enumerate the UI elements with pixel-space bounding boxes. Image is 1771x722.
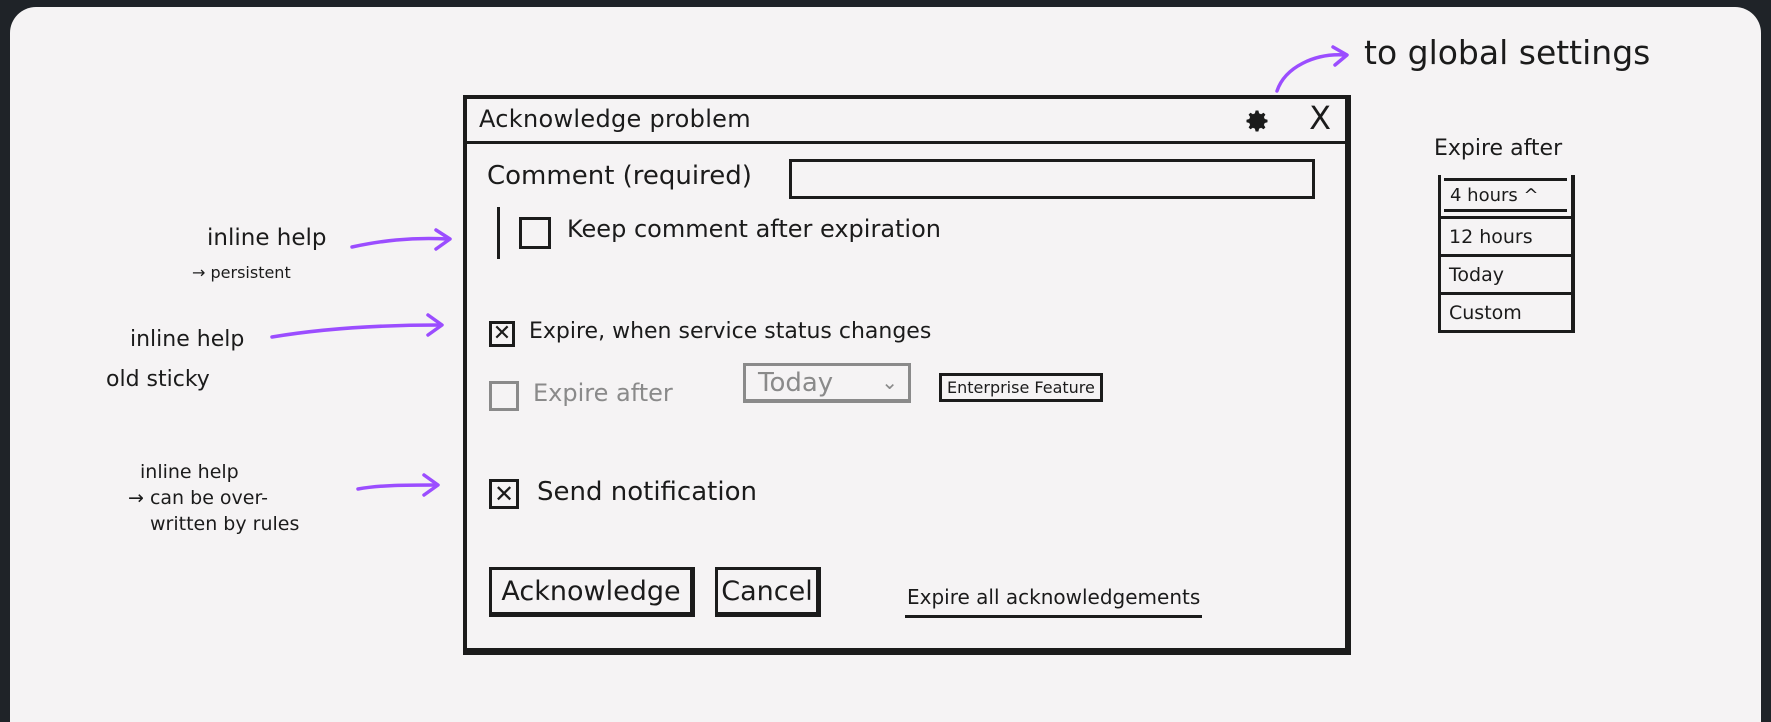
- gear-icon[interactable]: [1243, 107, 1271, 135]
- expire-after-select-value: Today: [758, 368, 834, 398]
- expire-after-label: Expire after: [533, 379, 673, 407]
- annotation-help-2: inline help: [130, 327, 245, 352]
- send-notification-checkbox[interactable]: ✕: [489, 479, 519, 509]
- annotation-help-1-sub: → persistent: [192, 263, 291, 282]
- dialog-title: Acknowledge problem: [479, 105, 751, 133]
- chevron-down-icon: ⌄: [881, 370, 898, 394]
- expire-all-link[interactable]: Expire all acknowledgements: [905, 585, 1203, 618]
- cancel-button[interactable]: Cancel: [715, 567, 821, 617]
- arrow-to-global-settings: [1275, 45, 1349, 93]
- dropdown-option[interactable]: Custom: [1441, 292, 1571, 330]
- expire-on-change-label: Expire, when service status changes: [529, 319, 932, 344]
- expire-after-checkbox[interactable]: [489, 381, 519, 411]
- dropdown-sketch-title: Expire after: [1434, 136, 1563, 161]
- expire-after-select[interactable]: Today ⌄: [743, 363, 911, 403]
- dropdown-option[interactable]: Today: [1441, 254, 1571, 292]
- enterprise-feature-badge: Enterprise Feature: [939, 373, 1103, 402]
- dropdown-option[interactable]: 12 hours: [1441, 216, 1571, 254]
- arrow-help-3: [356, 473, 440, 497]
- expire-after-dropdown: 4 hours ^ 12 hours Today Custom: [1438, 175, 1575, 333]
- expire-on-change-checkbox[interactable]: ✕: [489, 321, 515, 347]
- arrow-help-1: [350, 228, 452, 251]
- annotation-help-3-sub1: → can be over-: [128, 487, 268, 509]
- comment-label: Comment (required): [487, 161, 752, 191]
- comment-input[interactable]: [789, 159, 1315, 199]
- dialog-titlebar: Acknowledge problem X: [467, 99, 1345, 144]
- keep-comment-checkbox[interactable]: [519, 217, 551, 249]
- acknowledge-dialog: Acknowledge problem X Comment (required)…: [463, 95, 1351, 655]
- annotation-help-3-sub2: written by rules: [150, 513, 300, 535]
- annotation-global-settings: to global settings: [1364, 33, 1651, 72]
- dropdown-option-selected[interactable]: 4 hours ^: [1444, 178, 1567, 212]
- annotation-help-2-sub: old sticky: [106, 367, 210, 392]
- annotation-help-3: inline help: [140, 461, 239, 483]
- send-notification-label: Send notification: [537, 477, 757, 507]
- close-icon[interactable]: X: [1309, 101, 1331, 135]
- whiteboard: to global settings inline help → persist…: [10, 7, 1761, 722]
- acknowledge-button[interactable]: Acknowledge: [489, 567, 695, 617]
- arrow-help-2: [270, 313, 444, 339]
- keep-comment-label: Keep comment after expiration: [567, 215, 941, 243]
- inline-help-bar: [497, 207, 500, 259]
- annotation-help-1: inline help: [207, 225, 327, 251]
